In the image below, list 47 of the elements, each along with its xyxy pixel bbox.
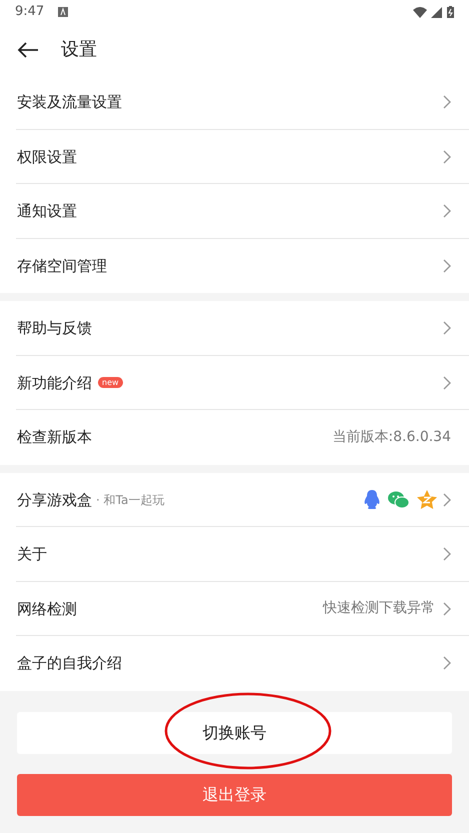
penguin-icon xyxy=(364,490,380,510)
switch-account-button[interactable]: 切换账号 xyxy=(17,712,452,754)
row-label: 新功能介绍 xyxy=(17,372,92,394)
chevron-right-icon xyxy=(443,321,451,336)
wifi-icon xyxy=(413,6,427,18)
row-label: 网络检测 xyxy=(17,598,77,620)
chevron-right-icon xyxy=(443,492,451,507)
settings-row[interactable]: 通知设置 xyxy=(0,184,469,238)
chat-bubbles-icon xyxy=(388,490,409,509)
settings-row[interactable]: 关于 xyxy=(0,527,469,582)
settings-row[interactable]: 存储空间管理 xyxy=(0,238,469,293)
row-label: 通知设置 xyxy=(17,201,77,222)
row-label: 关于 xyxy=(17,544,47,565)
row-subtitle: · 和Ta一起玩 xyxy=(96,492,164,509)
signal-icon xyxy=(431,6,442,18)
page-title: 设置 xyxy=(61,38,97,62)
chevron-right-icon xyxy=(443,602,451,616)
battery-icon xyxy=(447,6,454,18)
chevron-right-icon xyxy=(443,547,451,562)
settings-row[interactable]: 盒子的自我介绍 xyxy=(0,636,469,690)
row-label: 盒子的自我介绍 xyxy=(17,653,122,674)
chevron-right-icon xyxy=(443,150,451,164)
chevron-right-icon xyxy=(443,258,451,273)
row-value: 快速检测下载异常 xyxy=(323,599,435,618)
settings-row[interactable]: 检查新版本 当前版本:8.6.0.34 xyxy=(0,410,469,464)
row-label: 存储空间管理 xyxy=(17,256,107,276)
row-label: 检查新版本 xyxy=(17,427,92,448)
star-icon xyxy=(417,490,437,510)
row-label: 权限设置 xyxy=(17,146,77,168)
chevron-right-icon xyxy=(443,656,451,670)
settings-row[interactable]: 新功能介绍 new xyxy=(0,356,469,410)
row-label: 分享游戏盒 xyxy=(17,490,92,510)
row-label: 安装及流量设置 xyxy=(17,92,122,113)
chevron-right-icon xyxy=(443,204,451,218)
chevron-right-icon xyxy=(443,95,451,110)
row-value: 当前版本:8.6.0.34 xyxy=(332,428,451,447)
status-time: 9:47 xyxy=(15,3,44,22)
settings-row[interactable]: 分享游戏盒 · 和Ta一起玩 xyxy=(0,472,469,527)
new-badge: new xyxy=(98,377,123,388)
settings-row[interactable]: 网络检测 快速检测下载异常 xyxy=(0,582,469,636)
notification-icon xyxy=(58,7,68,17)
settings-row[interactable]: 权限设置 xyxy=(0,130,469,184)
row-label: 帮助与反馈 xyxy=(17,318,92,339)
settings-row[interactable]: 帮助与反馈 xyxy=(0,301,469,356)
chevron-right-icon xyxy=(443,376,451,390)
settings-row[interactable]: 安装及流量设置 xyxy=(0,75,469,130)
back-arrow-icon[interactable] xyxy=(17,42,39,58)
